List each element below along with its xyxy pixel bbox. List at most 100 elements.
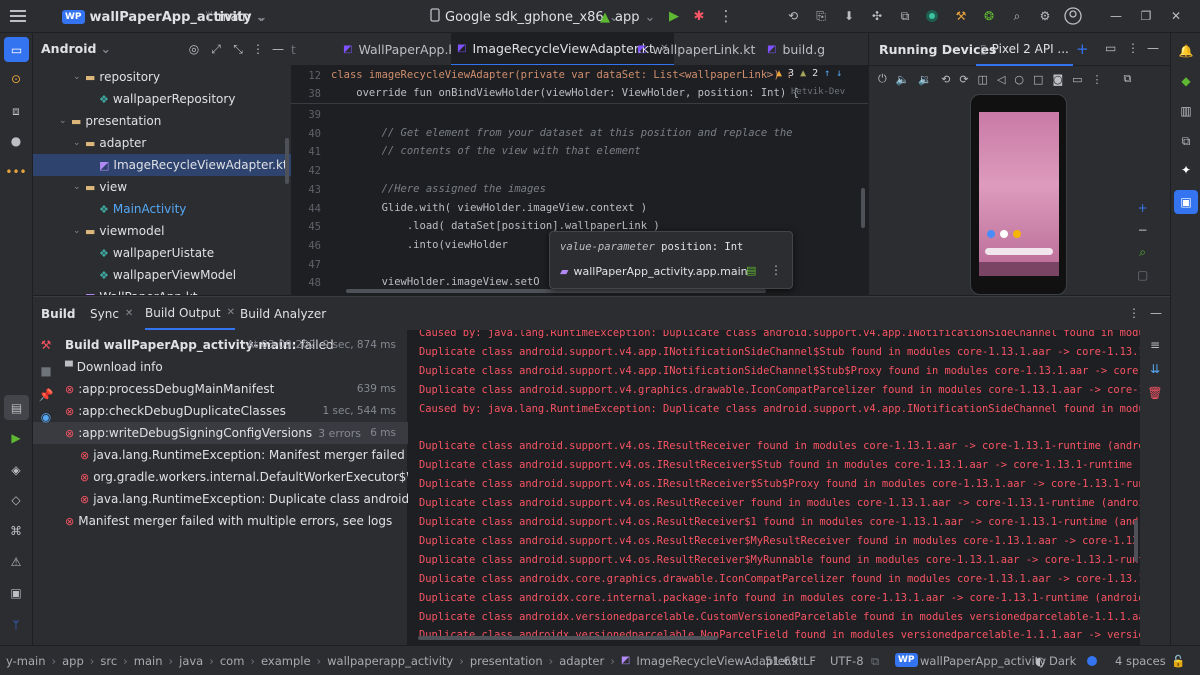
hide-panel-icon[interactable]: — [1147,41,1159,55]
tree-item[interactable]: ❖ MainActivity [33,198,291,220]
caret-position[interactable]: 51:69 [765,654,798,668]
zoom-actual-icon[interactable]: ⌕ [1139,245,1146,260]
expand-all-icon[interactable]: ⤢ [209,42,223,56]
tooltip-module[interactable]: ▰ wallPaperApp_activity.app.main [560,265,748,278]
build-tree-item[interactable]: ⊗ Manifest merger failed with multiple er… [33,510,408,532]
project-name[interactable]: wallPaperApp_activity [920,654,1046,668]
run-icon[interactable]: ▶ [666,8,682,24]
tree-item[interactable]: ◩ ImageRecycleViewAdapter.kt [33,154,291,176]
build-window-icon[interactable]: ▤ [4,395,29,420]
device-mirror-icon[interactable]: ⧉ [1124,72,1132,86]
logcat-icon[interactable]: ⌘ [8,523,24,539]
tree-item[interactable]: ❖ wallpaperViewModel [33,264,291,286]
more-options-icon[interactable]: ⋮ [770,263,782,277]
breadcrumb-item[interactable]: adapter [559,654,604,668]
close-tab-icon[interactable]: ✕ [125,308,133,319]
project-view-selector[interactable]: Android ⌄ [41,41,111,56]
eye-icon[interactable]: ◉ [39,410,53,424]
build-tab[interactable]: Build Output ✕ [145,297,236,330]
expand-arrow-icon[interactable]: ⌄ [73,226,85,236]
github-icon[interactable]: ● [8,133,24,149]
build-tree-item[interactable]: ⊗ java.lang.RuntimeException: Duplicate c… [33,488,496,510]
search-bar[interactable] [985,248,1053,255]
breadcrumb-item[interactable]: y-main [6,654,46,668]
tree-item[interactable]: ⌄ ▬ repository [33,66,291,88]
hamburger-menu-icon[interactable] [10,9,26,23]
soft-wrap-icon[interactable]: ≡ [1147,337,1163,353]
overview-icon[interactable]: □ [1033,73,1043,86]
layout-icon[interactable]: ▭ [1105,41,1116,55]
editor-vertical-scrollbar[interactable] [861,188,865,228]
running-devices-icon[interactable]: ▣ [1174,190,1198,214]
more-tools-icon[interactable]: ••• [5,164,26,180]
app-icon[interactable] [987,230,995,238]
branch-selector[interactable]: ᛘ main ⌄ [205,7,266,27]
build-tab[interactable]: Sync ✕ [90,297,133,330]
breadcrumb-item[interactable]: app [62,654,84,668]
account-icon[interactable] [1064,7,1082,25]
run-config-selector[interactable]: ▲ app ⌄ [600,7,655,27]
tree-item[interactable]: ◩ WallPaperApp.kt [33,286,291,295]
notifications-icon[interactable]: 🔔 [1178,43,1194,59]
tree-item[interactable]: ⌄ ▬ adapter [33,132,291,154]
editor-tab[interactable]: ◩ WallPaperApp.kt [337,33,467,65]
screen-record-icon[interactable]: ▭ [1072,73,1082,86]
editor-horizontal-scrollbar[interactable] [346,289,766,293]
code-line[interactable]: Glide.with( viewHolder.imageView.context… [331,202,648,214]
expand-arrow-icon[interactable]: ⌄ [73,182,85,192]
power-icon[interactable]: ⏻ [878,72,887,86]
tree-item[interactable]: ❖ wallpaperUistate [33,242,291,264]
home-icon[interactable]: ○ [1014,73,1024,86]
terminal-icon[interactable]: ▣ [8,585,24,601]
build-tree-item[interactable]: ⊗:app:writeDebugSigningConfigVersions 3 e… [33,422,408,444]
version-control-icon[interactable]: ᛘ [8,617,24,633]
gem-icon[interactable]: ◇ [8,492,24,508]
breadcrumb-item[interactable]: com [220,654,245,668]
next-highlight-icon[interactable]: ↓ [836,68,842,79]
plugins-icon[interactable]: ✣ [869,8,885,24]
volume-down-icon[interactable]: 🔉 [918,73,932,86]
commit-icon[interactable]: ⊙ [8,71,24,87]
build-tab[interactable]: Build Analyzer [240,297,326,330]
collapse-all-icon[interactable]: ⤡ [231,42,245,56]
back-icon[interactable]: ◁ [997,73,1005,86]
layout-inspector-icon[interactable]: ⧉ [897,8,913,24]
volume-up-icon[interactable]: 🔈 [896,73,910,86]
rotate-right-icon[interactable]: ⟳ [959,73,968,86]
scroll-to-end-icon[interactable]: ⇊ [1147,361,1163,377]
minimize-icon[interactable]: — [1108,8,1124,24]
inspection-widget[interactable]: ▲ 3 ▲ 2 ↑ ↓ [776,68,842,79]
app-quality-icon[interactable]: ⚠ [8,554,24,570]
pin-icon[interactable]: 📌 [39,388,54,402]
options-icon[interactable]: ⋮ [1127,41,1139,55]
debug-icon[interactable]: ✱ [691,8,707,24]
build-tree-item[interactable]: Build wallPaperApp_activity-main: failed A… [33,334,408,356]
status-dot-icon[interactable] [925,9,939,23]
gradle-icon[interactable]: ◆ [1178,73,1194,89]
sync-gradle-icon[interactable]: ⟲ [785,8,801,24]
screenshot-icon[interactable]: ◙ [1052,73,1063,86]
zoom-fit-icon[interactable]: ▢ [1137,268,1148,282]
project-view-icon[interactable]: ▭ [4,37,29,62]
read-only-icon[interactable]: ⧉ [871,654,879,669]
more-options-icon[interactable]: ⋮ [1092,73,1103,86]
hide-panel-icon[interactable]: — [1150,306,1162,320]
editor-tab[interactable]: ◩ wallpaperLink.kt [631,33,761,65]
sdk-manager-icon[interactable]: ⬇ [841,8,857,24]
gemini-icon[interactable]: ❂ [981,8,997,24]
build-tree-item[interactable]: ▀ Download info [33,356,408,378]
device-screen[interactable] [979,112,1059,276]
sticky-code-line[interactable]: override fun onBindViewHolder(viewHolder… [331,87,799,99]
hide-panel-icon[interactable]: — [271,42,285,56]
add-device-icon[interactable]: + [1076,40,1089,58]
breadcrumb-item[interactable]: java [179,654,203,668]
file-encoding[interactable]: UTF-8 [830,654,864,668]
project-scrollbar[interactable] [285,138,289,184]
build-tree-item[interactable]: ⊗ java.lang.RuntimeException: Manifest me… [33,444,498,466]
search-icon[interactable]: ⌕ [1009,8,1025,24]
breadcrumb-item[interactable]: example [261,654,311,668]
lock-icon[interactable]: 🔓 [1171,654,1185,668]
device-manager-icon[interactable]: ⎘ [813,8,829,24]
options-icon[interactable]: ⋮ [251,42,265,56]
open-file-icon[interactable]: ▤ [746,264,756,277]
